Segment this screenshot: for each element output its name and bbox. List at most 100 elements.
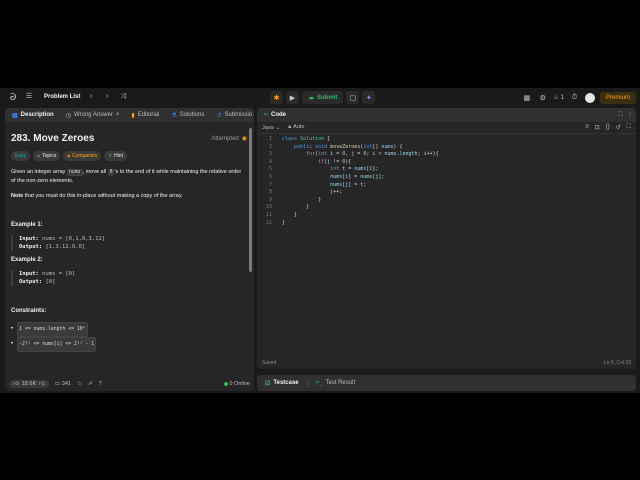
layout-icon[interactable]: ▦ bbox=[521, 94, 532, 102]
chevron-right-icon[interactable]: › bbox=[102, 92, 112, 102]
online-indicator: 0 Online bbox=[223, 381, 250, 387]
terminal-icon: >_ bbox=[315, 380, 323, 386]
line-number: 1 bbox=[268, 136, 272, 142]
maximize-icon[interactable]: ⛶ bbox=[619, 112, 623, 119]
description-footer: 👍︎ 18.6K 👎︎ ▭ 341 ☆ ⇗ ? 0 Online bbox=[5, 377, 254, 391]
shuffle-icon[interactable]: ⤨ bbox=[118, 92, 128, 102]
scrollbar[interactable] bbox=[249, 128, 252, 272]
line-text: j++; bbox=[330, 189, 343, 196]
app-root: ᘐ ☰ Problem List ‹ › ⤨ ✱ ▶ ☁ Submit ▢ ✦ … bbox=[0, 88, 640, 393]
bug-icon: ✱ bbox=[273, 94, 280, 102]
difficulty-badge: Easy bbox=[11, 151, 31, 161]
chevron-left-icon[interactable]: ‹ bbox=[86, 92, 96, 102]
line-text: } bbox=[282, 211, 298, 218]
code-token: nums bbox=[330, 181, 343, 188]
example-block: Input: nums = [0,1,0,3,12] Output: [1,3,… bbox=[11, 235, 247, 251]
tab-solutions[interactable]: ⚗ Solutions bbox=[167, 108, 208, 122]
auto-label: Auto bbox=[293, 124, 305, 130]
streak-counter[interactable]: ♨ 1 bbox=[553, 94, 564, 102]
example-block: Input: nums = [0] Output: [0] bbox=[11, 270, 247, 286]
code-token: j bbox=[330, 189, 334, 196]
text: Given an integer array bbox=[11, 169, 67, 175]
line-number: 11 bbox=[265, 211, 272, 218]
divider bbox=[306, 379, 308, 387]
code-line: 11 } bbox=[257, 212, 636, 220]
tab-testcase[interactable]: ☑ Testcase bbox=[261, 376, 303, 390]
submit-button[interactable]: ☁ Submit bbox=[302, 91, 344, 104]
help-icon[interactable]: ? bbox=[99, 381, 102, 387]
bookmark-icon[interactable]: ⊡ bbox=[595, 124, 600, 131]
code-line: 12} bbox=[257, 220, 636, 228]
tab-test-result[interactable]: >_ Test Result bbox=[312, 376, 360, 390]
language-select[interactable]: Java ⌄ bbox=[262, 125, 280, 131]
tab-label: Editorial bbox=[137, 112, 160, 118]
online-dot bbox=[223, 382, 228, 386]
text: , move all bbox=[82, 169, 108, 175]
code-token: j bbox=[345, 181, 349, 188]
line-number: 12 bbox=[265, 219, 272, 226]
settings-icon[interactable]: ⚙ bbox=[537, 94, 548, 102]
tab-submissions[interactable]: ↺ Submissio bbox=[212, 108, 254, 122]
tab-label: Wrong Answer bbox=[73, 112, 113, 118]
top-bar: ᘐ ☰ Problem List ‹ › ⤨ ✱ ▶ ☁ Submit ▢ ✦ … bbox=[0, 88, 640, 106]
share-icon[interactable]: ⇗ bbox=[88, 381, 93, 387]
lock-icon: 🔒︎ bbox=[67, 153, 71, 159]
attempted-icon: ◉ bbox=[241, 136, 247, 142]
reset-icon[interactable]: ↺ bbox=[616, 124, 621, 131]
code-icon: ‹› bbox=[264, 112, 268, 118]
line-number: 9 bbox=[268, 196, 272, 203]
lock-icon: 🔒︎ bbox=[288, 124, 292, 130]
code-token: i bbox=[369, 166, 373, 173]
auto-mode-toggle[interactable]: 🔒︎ Auto bbox=[288, 124, 304, 131]
star-icon[interactable]: ☆ bbox=[77, 381, 82, 387]
like-button[interactable]: 👍︎ 18.6K 👎︎ bbox=[9, 380, 49, 388]
leetcode-logo-icon[interactable]: ᘐ bbox=[8, 92, 18, 102]
line-text: int t = nums[i]; bbox=[330, 166, 379, 173]
status-badge: Attempted ◉ bbox=[211, 135, 247, 143]
tab-wrong-answer[interactable]: ◷ Wrong Answer × bbox=[62, 108, 124, 122]
input-label: Input: bbox=[19, 271, 39, 277]
notes-button[interactable]: ▢ bbox=[346, 91, 360, 104]
submit-label: Submit bbox=[317, 94, 338, 101]
more-icon[interactable]: ⋮ bbox=[627, 112, 633, 119]
output-label: Output: bbox=[19, 244, 43, 250]
thumbs-down-icon[interactable]: 👎︎ bbox=[39, 381, 45, 387]
note-label: Note bbox=[11, 193, 24, 199]
fullscreen-icon[interactable]: ⛶ bbox=[627, 124, 631, 131]
code-editor[interactable]: 1 class Solution { 2 public void moveZero… bbox=[257, 136, 636, 356]
hint-tag[interactable]: ♀ Hint bbox=[104, 151, 127, 161]
code-line: 1 class Solution { bbox=[257, 136, 636, 144]
timer-icon[interactable]: ⏱ bbox=[569, 94, 580, 102]
output-label: Output: bbox=[19, 279, 43, 285]
companies-tag[interactable]: 🔒︎ Companies bbox=[63, 151, 102, 161]
title-text[interactable]: 283. Move Zeroes bbox=[11, 133, 94, 144]
tab-code[interactable]: ‹› Code bbox=[260, 108, 290, 122]
constraints-title: Constraints: bbox=[11, 308, 47, 314]
ai-button[interactable]: ✦ bbox=[362, 91, 376, 104]
output-value: [0] bbox=[42, 279, 56, 285]
problem-list-link[interactable]: Problem List bbox=[44, 94, 80, 100]
list-icon[interactable]: ☰ bbox=[24, 92, 34, 102]
code-token: i bbox=[423, 151, 427, 158]
line-number: 10 bbox=[265, 204, 272, 211]
constraint-code: -2³¹ <= nums[i] <= 2³¹ - 1 bbox=[17, 337, 97, 352]
tab-description[interactable]: ▤ Description bbox=[8, 108, 58, 122]
line-text: nums[j] = t; bbox=[330, 181, 367, 188]
close-icon[interactable]: × bbox=[116, 112, 120, 118]
code-line: 2 public void moveZeroes(int[] nums) { bbox=[257, 144, 636, 152]
inline-code: nums bbox=[66, 169, 83, 176]
list-item: -2³¹ <= nums[i] <= 2³¹ - 1 bbox=[11, 337, 247, 352]
premium-button[interactable]: Premium bbox=[599, 91, 636, 104]
format-icon[interactable]: ≡ bbox=[585, 124, 589, 131]
tab-editorial[interactable]: ▮ Editorial bbox=[127, 108, 163, 122]
book-icon: ▮ bbox=[131, 112, 135, 119]
topics-tag[interactable]: ⌂ Topics bbox=[33, 151, 61, 161]
code-token: void bbox=[315, 143, 328, 150]
avatar[interactable] bbox=[584, 92, 595, 103]
debug-button[interactable]: ✱ bbox=[270, 91, 283, 104]
play-icon: ▶ bbox=[289, 94, 296, 102]
comments-button[interactable]: ▭ 341 bbox=[55, 381, 71, 387]
braces-icon[interactable]: {} bbox=[606, 124, 610, 131]
line-text: public void moveZeroes(int[] nums) { bbox=[294, 143, 403, 150]
run-button[interactable]: ▶ bbox=[286, 91, 299, 104]
